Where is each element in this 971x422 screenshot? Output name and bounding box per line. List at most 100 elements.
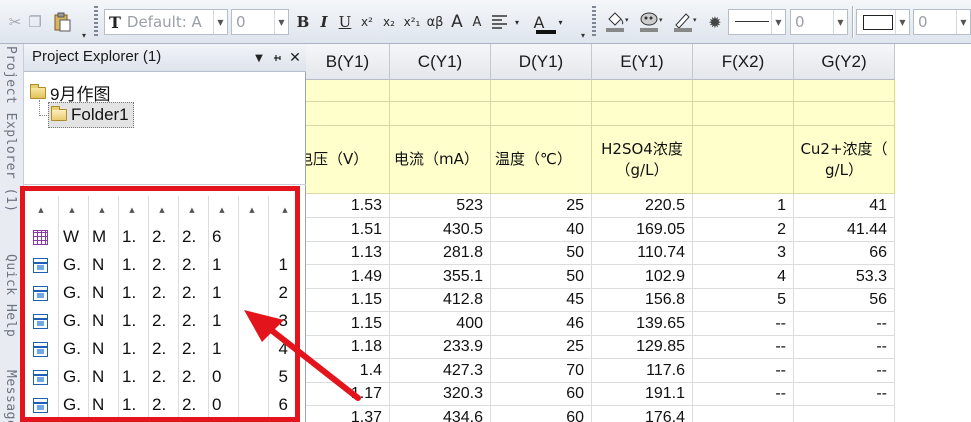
chevron-down-icon[interactable]: ▾ [558, 18, 562, 27]
table-cell[interactable]: 430.5 [390, 217, 491, 242]
table-cell[interactable]: 1.37 [306, 405, 390, 422]
sort-arrow-icon[interactable]: ▲ [247, 206, 257, 214]
table-cell[interactable]: 50 [491, 241, 592, 265]
table-cell[interactable]: 56 [794, 288, 895, 312]
copy-icon[interactable]: ❐ [26, 8, 44, 36]
table-cell[interactable]: 1 [693, 194, 794, 218]
table-cell[interactable]: 523 [390, 194, 491, 218]
table-cell[interactable]: 169.05 [592, 217, 693, 242]
border-width-combo[interactable]: 0 ▼ [913, 9, 971, 35]
line-style-combo[interactable]: ▼ [728, 9, 786, 35]
close-icon[interactable]: ✕ [288, 49, 302, 67]
table-cell[interactable]: 1.18 [306, 335, 390, 359]
sort-arrow-icon[interactable]: ▲ [157, 206, 167, 214]
increase-font-button[interactable]: A [448, 8, 466, 36]
meta-cell[interactable] [491, 102, 592, 126]
chevron-down-icon[interactable]: ▼ [833, 10, 847, 34]
meta-cell[interactable] [592, 102, 693, 126]
meta-cell[interactable] [794, 102, 895, 126]
list-item[interactable]: G. N 1. 2. 2. 1 1 [30, 252, 296, 280]
chevron-down-icon[interactable]: ▼ [956, 10, 970, 34]
table-cell[interactable]: 281.8 [390, 241, 491, 265]
meta-cell[interactable] [306, 102, 390, 126]
sort-arrow-icon[interactable]: ▲ [127, 206, 137, 214]
cut-icon[interactable]: ✂ [6, 8, 24, 36]
chevron-down-icon[interactable]: ▼ [895, 10, 909, 34]
table-cell[interactable]: 139.65 [592, 311, 693, 336]
meta-cell[interactable]: Cu2+浓度（ g/L） [794, 126, 895, 194]
table-cell[interactable]: -- [693, 311, 794, 336]
meta-cell[interactable] [794, 80, 895, 102]
table-cell[interactable] [693, 405, 794, 422]
tree-child-folder[interactable]: Folder1 [48, 102, 134, 128]
table-cell[interactable]: 46 [491, 311, 592, 336]
table-cell[interactable]: 66 [794, 241, 895, 265]
table-cell[interactable]: 102.9 [592, 264, 693, 289]
column-header[interactable]: D(Y1) [491, 44, 592, 80]
meta-cell[interactable]: 电流（mA） [390, 126, 491, 194]
list-item[interactable]: G. N 1. 2. 2. 1 4 [30, 336, 296, 364]
table-cell[interactable]: 400 [390, 311, 491, 336]
table-cell[interactable]: 2 [693, 217, 794, 242]
table-cell[interactable]: 427.3 [390, 358, 491, 383]
toolbar-overflow-icon[interactable]: ▾ [578, 26, 588, 40]
bold-button[interactable]: B [295, 8, 311, 36]
table-cell[interactable]: -- [794, 311, 895, 336]
pin-icon[interactable] [270, 49, 284, 67]
font-color-button[interactable]: A ▾ [526, 8, 570, 36]
toolbar-grip[interactable] [592, 6, 596, 38]
chevron-down-icon[interactable]: ▼ [274, 10, 288, 34]
table-cell[interactable]: 129.85 [592, 335, 693, 359]
sort-arrow-icon[interactable]: ▲ [67, 206, 77, 214]
table-cell[interactable]: 5 [693, 288, 794, 312]
decrease-font-button[interactable]: A [469, 8, 485, 36]
table-cell[interactable]: -- [693, 382, 794, 406]
tab-messages[interactable]: Messages [3, 370, 18, 422]
meta-cell[interactable] [491, 80, 592, 102]
table-cell[interactable]: 60 [491, 382, 592, 406]
sort-arrow-icon[interactable]: ▲ [187, 206, 197, 214]
table-cell[interactable]: 40 [491, 217, 592, 242]
table-cell[interactable]: 70 [491, 358, 592, 383]
chevron-down-icon[interactable]: ▼ [213, 10, 227, 34]
meta-cell[interactable] [306, 80, 390, 102]
greek-button[interactable]: αβ [424, 8, 446, 36]
list-item[interactable]: G. N 1. 2. 2. 0 5 [30, 364, 296, 392]
meta-cell[interactable] [693, 126, 794, 194]
table-cell[interactable]: 1.51 [306, 217, 390, 242]
meta-cell[interactable]: 温度（℃） [491, 126, 592, 194]
list-item[interactable]: G. N 1. 2. 2. 0 6 [30, 392, 296, 420]
meta-cell[interactable]: 电压（V） [306, 126, 390, 194]
column-header[interactable]: F(X2) [693, 44, 794, 80]
panel-menu-icon[interactable]: ▼ [252, 49, 266, 67]
symbol-color-icon[interactable]: ✹ [704, 8, 726, 36]
meta-cell[interactable] [592, 80, 693, 102]
table-cell[interactable]: 50 [491, 264, 592, 289]
meta-cell[interactable] [693, 102, 794, 126]
table-cell[interactable]: -- [794, 358, 895, 383]
table-cell[interactable]: 1.4 [306, 358, 390, 383]
paste-icon[interactable] [48, 8, 76, 36]
toolbar-grip[interactable] [94, 6, 98, 38]
meta-cell[interactable] [390, 102, 491, 126]
subscript-button[interactable]: x₂ [380, 8, 398, 36]
table-cell[interactable]: 3 [693, 241, 794, 265]
superscript-button[interactable]: x² [358, 8, 376, 36]
table-cell[interactable]: 1.15 [306, 288, 390, 312]
sup-sub-button[interactable]: x²₁ [402, 8, 422, 36]
table-cell[interactable]: 191.1 [592, 382, 693, 406]
toolbar-overflow-icon[interactable]: ▾ [79, 26, 89, 40]
list-item[interactable]: G. N 1. 2. 2. 1 3 [30, 308, 296, 336]
tab-quick-help[interactable]: Quick Help [3, 254, 18, 337]
table-cell[interactable]: 220.5 [592, 194, 693, 218]
sort-arrow-icon[interactable]: ▲ [36, 206, 46, 214]
font-name-combo[interactable]: T Default: A ▼ [104, 9, 228, 35]
splitter[interactable] [24, 184, 306, 185]
italic-button[interactable]: I [316, 8, 332, 36]
list-item[interactable]: W M 1. 2. 2. 6 [30, 224, 296, 252]
pattern-color-icon[interactable]: ▾ [636, 8, 666, 36]
list-item[interactable]: G. N 1. 2. 2. 1 2 [30, 280, 296, 308]
table-cell[interactable]: 176.4 [592, 405, 693, 422]
table-cell[interactable]: 1.15 [306, 311, 390, 336]
border-style-combo[interactable]: ▼ [856, 9, 910, 35]
